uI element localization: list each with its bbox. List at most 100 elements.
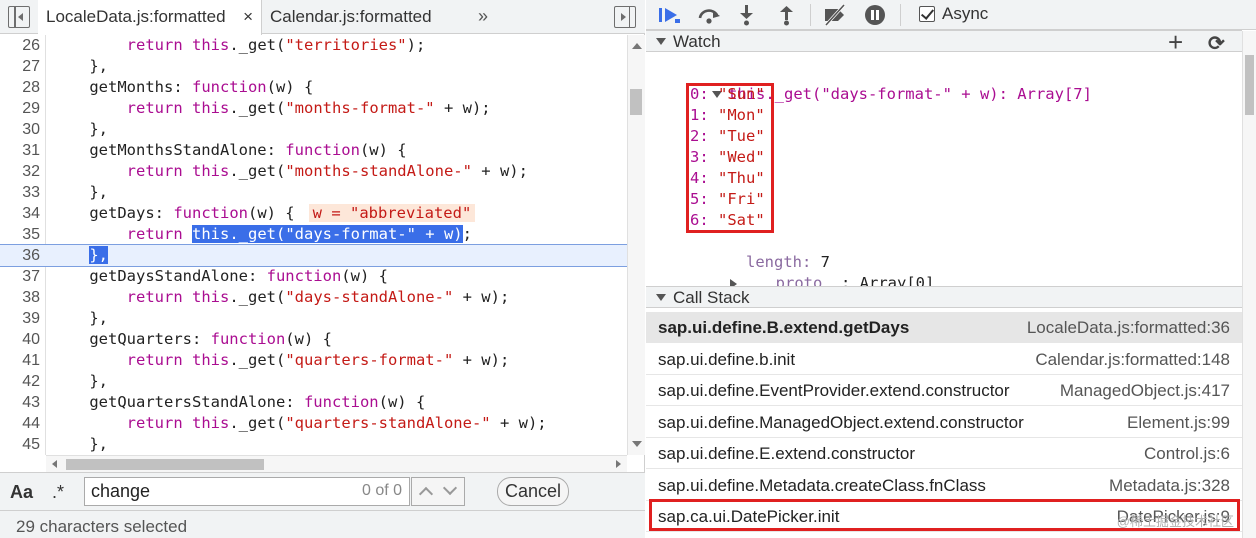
code-line[interactable]: 41 return this._get("quarters-format-" +…	[0, 350, 627, 371]
line-number[interactable]: 29	[0, 98, 40, 119]
code-line[interactable]: 43 getQuartersStandAlone: function(w) {	[0, 392, 627, 413]
length-property: length: 7	[690, 231, 830, 271]
line-number[interactable]: 45	[0, 434, 40, 455]
code-line[interactable]: 37 getDaysStandAlone: function(w) {	[0, 266, 627, 287]
tab-calendar[interactable]: Calendar.js:formatted	[262, 0, 462, 34]
regex-button[interactable]: .*	[52, 482, 64, 503]
line-number[interactable]: 43	[0, 392, 40, 413]
line-number[interactable]: 28	[0, 77, 40, 98]
callstack-section-header[interactable]: Call Stack	[646, 286, 1242, 308]
search-nav	[411, 477, 465, 506]
line-number[interactable]: 26	[0, 35, 40, 56]
line-number[interactable]: 37	[0, 266, 40, 287]
code-line[interactable]: 34 getDays: function(w) {w = "abbreviate…	[0, 203, 627, 224]
line-number[interactable]: 33	[0, 182, 40, 203]
scroll-thumb[interactable]	[66, 459, 264, 470]
frame-location[interactable]: Calendar.js:formatted:148	[1035, 350, 1230, 370]
next-match-icon[interactable]	[442, 480, 458, 496]
close-icon[interactable]: ×	[243, 0, 253, 34]
code-line[interactable]: 45 },	[0, 434, 627, 455]
code-line[interactable]: 38 return this._get("days-standAlone-" +…	[0, 287, 627, 308]
code-text: return this._get("quarters-standAlone-" …	[126, 414, 547, 432]
code-line[interactable]: 28 getMonths: function(w) {	[0, 77, 627, 98]
step-out-icon[interactable]	[774, 3, 800, 27]
watch-section-header[interactable]: Watch + ⟳	[646, 27, 1242, 57]
code-line[interactable]: 44 return this._get("quarters-standAlone…	[0, 413, 627, 434]
line-number[interactable]: 38	[0, 287, 40, 308]
call-frame[interactable]: sap.ui.define.ManagedObject.extend.const…	[646, 407, 1242, 438]
code-text: },	[89, 246, 108, 264]
line-number[interactable]: 44	[0, 413, 40, 434]
code-text: },	[52, 57, 108, 75]
step-into-icon[interactable]	[734, 3, 760, 27]
frame-location[interactable]: Metadata.js:328	[1109, 476, 1230, 496]
step-over-icon[interactable]	[696, 3, 722, 27]
frame-location[interactable]: Control.js:6	[1144, 444, 1230, 464]
pause-on-exceptions-icon[interactable]	[862, 3, 888, 27]
code-line[interactable]: 39 },	[0, 308, 627, 329]
line-number[interactable]: 34	[0, 203, 40, 224]
collapse-icon[interactable]	[656, 294, 666, 301]
call-frame[interactable]: sap.ui.define.B.extend.getDays LocaleData…	[646, 312, 1242, 343]
frame-location[interactable]: LocaleData.js:formatted:36	[1027, 318, 1230, 338]
callstack-title: Call Stack	[673, 288, 750, 307]
watermark: @稀土掘金技术社区	[1116, 514, 1234, 529]
code-line[interactable]: 40 getQuarters: function(w) {	[0, 329, 627, 350]
proto-property[interactable]: __proto__: Array[0]	[674, 252, 934, 292]
more-tabs-icon[interactable]: »	[478, 0, 488, 34]
code-area[interactable]: 26 return this._get("territories"); 27 },…	[0, 35, 627, 455]
scroll-thumb[interactable]	[630, 89, 642, 115]
collapse-icon[interactable]	[656, 38, 666, 45]
tab-localedata[interactable]: LocaleData.js:formatted ×	[38, 0, 262, 35]
line-number[interactable]: 36	[0, 245, 40, 266]
previous-match-icon[interactable]	[418, 486, 434, 502]
code-text: },	[52, 372, 108, 390]
deactivate-breakpoints-icon[interactable]	[822, 3, 848, 27]
line-number[interactable]: 35	[0, 224, 40, 245]
code-line[interactable]: 42 },	[0, 371, 627, 392]
scroll-thumb[interactable]	[1245, 55, 1254, 115]
code-line[interactable]: 27 },	[0, 56, 627, 77]
toolbar-divider	[810, 4, 811, 26]
line-number[interactable]: 32	[0, 161, 40, 182]
frame-location[interactable]: Element.js:99	[1127, 413, 1230, 433]
line-number[interactable]: 39	[0, 308, 40, 329]
resume-icon[interactable]	[656, 3, 682, 27]
line-number[interactable]: 40	[0, 329, 40, 350]
frame-location[interactable]: ManagedObject.js:417	[1060, 381, 1230, 401]
code-line[interactable]: 35 return this._get("days-format-" + w);	[0, 224, 627, 245]
line-number[interactable]: 31	[0, 140, 40, 161]
match-case-button[interactable]: Aa	[10, 482, 33, 503]
sources-editor-pane: LocaleData.js:formatted × Calendar.js:fo…	[0, 0, 645, 538]
scroll-right-icon[interactable]	[616, 460, 621, 468]
scroll-left-icon[interactable]	[52, 460, 57, 468]
watch-title: Watch	[673, 32, 721, 51]
code-line[interactable]: 36 },	[0, 244, 627, 267]
frame-function: sap.ui.define.EventProvider.extend.const…	[658, 381, 1010, 400]
call-frame[interactable]: sap.ui.define.E.extend.constructor Contro…	[646, 438, 1242, 469]
code-line[interactable]: 26 return this._get("territories");	[0, 35, 627, 56]
sidebar-scrollbar[interactable]	[1242, 31, 1256, 538]
call-frame[interactable]: sap.ui.define.b.init Calendar.js:formatte…	[646, 344, 1242, 375]
editor-vertical-scrollbar[interactable]	[627, 35, 645, 455]
code-line[interactable]: 29 return this._get("months-format-" + w…	[0, 98, 627, 119]
scroll-down-icon[interactable]	[632, 441, 642, 447]
scroll-up-icon[interactable]	[632, 43, 642, 49]
line-number[interactable]: 27	[0, 56, 40, 77]
code-line[interactable]: 32 return this._get("months-standAlone-"…	[0, 161, 627, 182]
toggle-debugger-icon[interactable]	[614, 6, 636, 28]
call-frame[interactable]: sap.ui.define.EventProvider.extend.const…	[646, 375, 1242, 406]
line-number[interactable]: 41	[0, 350, 40, 371]
line-number[interactable]: 30	[0, 119, 40, 140]
code-line[interactable]: 33 },	[0, 182, 627, 203]
watch-expression[interactable]: this._get("days-format-" + w): Array[7]	[656, 63, 1092, 103]
code-line[interactable]: 31 getMonthsStandAlone: function(w) {	[0, 140, 627, 161]
cancel-button[interactable]: Cancel	[497, 477, 569, 506]
tab-label: LocaleData.js:formatted	[46, 7, 226, 26]
code-line[interactable]: 30 },	[0, 119, 627, 140]
call-frame[interactable]: sap.ui.define.Metadata.createClass.fnCla…	[646, 470, 1242, 501]
editor-horizontal-scrollbar[interactable]	[46, 455, 627, 472]
async-checkbox[interactable]	[919, 6, 935, 22]
line-number[interactable]: 42	[0, 371, 40, 392]
toggle-navigator-icon[interactable]	[8, 6, 30, 28]
